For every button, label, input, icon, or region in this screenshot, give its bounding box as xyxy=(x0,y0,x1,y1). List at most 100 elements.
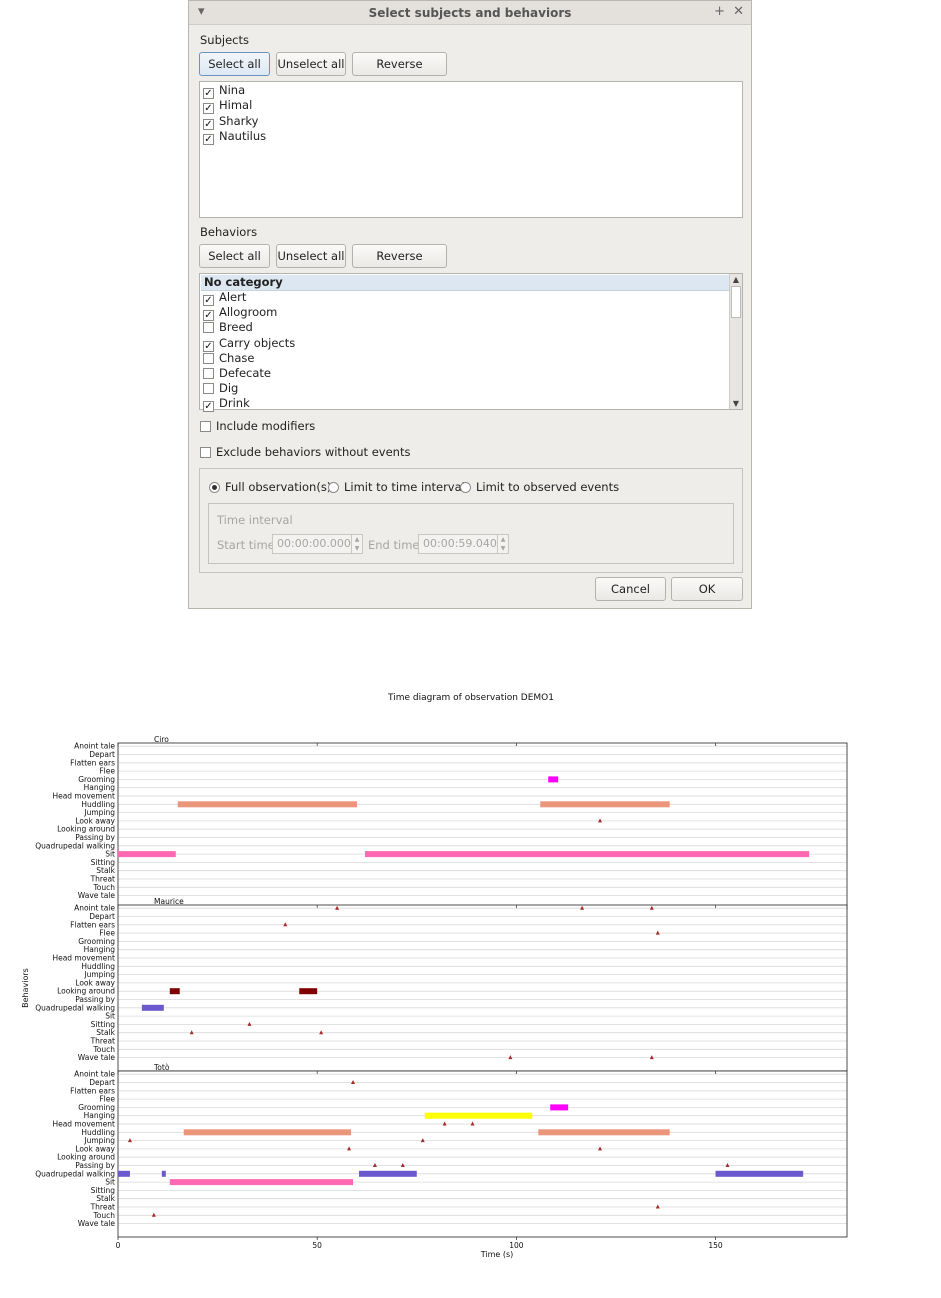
time-interval-label: Time interval xyxy=(217,513,293,527)
behavior-list-item[interactable]: ✓ Drink xyxy=(203,396,250,413)
spin-arrows-icon[interactable]: ▲ ▼ xyxy=(497,535,508,553)
state-bar xyxy=(538,1129,670,1136)
behavior-item-label: Allogroom xyxy=(219,305,278,320)
behavior-list-item[interactable]: Dig xyxy=(203,381,238,396)
state-bar xyxy=(299,988,318,995)
x-tick-label: 150 xyxy=(708,1241,723,1250)
checkbox-box[interactable] xyxy=(203,368,214,379)
subject-item-label: Nautilus xyxy=(219,128,267,143)
dialog-titlebar: ▾ Select subjects and behaviors + ✕ xyxy=(189,1,751,25)
subject-label: Maurice xyxy=(154,897,184,906)
behavior-list-item[interactable]: ✓ Allogroom xyxy=(203,305,278,322)
state-bar xyxy=(548,776,559,783)
scrollbar-thumb[interactable] xyxy=(731,286,741,318)
exclude-behaviors-checkbox[interactable]: Exclude behaviors without events xyxy=(200,445,410,459)
spin-arrows-icon[interactable]: ▲ ▼ xyxy=(351,535,362,553)
behavior-tick-label: Wave tale xyxy=(78,891,116,900)
checkbox-box[interactable] xyxy=(200,421,211,432)
x-tick-label: 0 xyxy=(116,1241,121,1250)
radio-time-interval[interactable] xyxy=(328,482,339,493)
subject-item-label: Himal xyxy=(219,98,253,113)
behavior-item-label: Drink xyxy=(219,396,250,411)
range-option-events[interactable]: Limit to observed events xyxy=(460,480,619,494)
end-time-input[interactable]: 00:00:59.040 ▲ ▼ xyxy=(418,534,509,554)
subjects-select-all-button[interactable]: Select all xyxy=(199,52,270,76)
state-bar xyxy=(161,1170,166,1177)
include-modifiers-label: Include modifiers xyxy=(216,419,316,433)
scroll-down-icon[interactable]: ▼ xyxy=(730,398,742,409)
x-tick-label: 100 xyxy=(509,1241,524,1250)
state-bar xyxy=(183,1129,352,1136)
time-interval-option-label: Limit to time interval xyxy=(344,480,465,494)
behavior-tick-label: Quadrupedal walking xyxy=(35,1169,115,1178)
subject-item-label: Nina xyxy=(219,83,246,97)
panel-background xyxy=(118,905,847,1071)
behavior-category-header: No category xyxy=(201,275,729,291)
behaviors-label: Behaviors xyxy=(200,225,258,239)
behavior-tick-label: Wave tale xyxy=(78,1219,116,1228)
full-observation-label: Full observation(s) xyxy=(225,480,332,494)
subjects-list[interactable]: ✓ Nina ✓ Himal ✓ Sharky ✓ Nautilus xyxy=(199,81,743,218)
subject-list-item[interactable]: ✓ Nina xyxy=(203,83,246,99)
behavior-list-item[interactable]: Defecate xyxy=(203,366,271,381)
chart-title: Time diagram of observation DEMO1 xyxy=(387,693,554,703)
time-diagram-chart: Time diagram of observation DEMO1 Time (… xyxy=(21,693,848,1259)
behavior-item-label: Alert xyxy=(219,290,247,304)
end-time-value: 00:00:59.040 xyxy=(423,537,497,550)
behaviors-scrollbar[interactable]: ▲ ▼ xyxy=(729,274,742,409)
end-time-label: End time xyxy=(368,538,420,552)
state-bar xyxy=(550,1104,569,1111)
plus-icon[interactable]: + xyxy=(714,4,725,19)
state-bar xyxy=(715,1170,804,1177)
checkbox-box[interactable] xyxy=(203,322,214,334)
state-bar xyxy=(177,801,358,808)
radio-full-observation[interactable] xyxy=(209,482,220,493)
checkbox-box[interactable] xyxy=(203,383,214,395)
dialog-title: Select subjects and behaviors xyxy=(368,6,572,20)
y-axis-label: Behaviors xyxy=(21,968,30,1008)
behavior-item-label: Chase xyxy=(219,350,255,365)
behavior-list-item[interactable]: ✓ Alert xyxy=(203,290,247,306)
radio-observed-events[interactable] xyxy=(460,482,471,493)
checkbox-box[interactable] xyxy=(200,447,211,458)
time-range-group: Full observation(s) Limit to time interv… xyxy=(199,468,743,573)
behavior-item-label: Dig xyxy=(219,381,239,396)
behavior-list-item[interactable]: ✓ Carry objects xyxy=(203,335,296,352)
behaviors-list[interactable]: No category ✓ Alert ✓ Allogroom Breed ✓ Carry … xyxy=(199,273,743,413)
state-bar xyxy=(424,1112,533,1119)
include-modifiers-checkbox[interactable]: Include modifiers xyxy=(200,419,315,433)
panel-background xyxy=(118,1071,847,1237)
close-icon[interactable]: ✕ xyxy=(733,4,744,19)
state-bar xyxy=(540,801,670,808)
range-option-interval[interactable]: Limit to time interval xyxy=(328,480,465,494)
subject-label: Ciro xyxy=(154,735,169,744)
behaviors-unselect-all-button[interactable]: Unselect all xyxy=(276,244,346,268)
state-bar xyxy=(364,851,810,858)
subject-list-item[interactable]: ✓ Sharky xyxy=(203,114,258,130)
behavior-list-item[interactable]: Chase xyxy=(203,351,254,366)
checkbox-box[interactable] xyxy=(203,352,214,364)
scroll-up-icon[interactable]: ▲ xyxy=(730,274,742,285)
state-bar xyxy=(118,851,176,858)
behavior-tick-label: Wave tale xyxy=(78,1053,116,1062)
subject-list-item[interactable]: ✓ Himal xyxy=(203,98,253,115)
cancel-button[interactable]: Cancel xyxy=(595,577,666,601)
start-time-value: 00:00:00.000 xyxy=(277,537,351,550)
subject-list-item[interactable]: ✓ Nautilus xyxy=(203,128,267,145)
subjects-reverse-selection-button[interactable]: Reverse selection xyxy=(352,52,447,93)
behavior-list-item[interactable]: Breed xyxy=(203,320,253,335)
checkbox-box[interactable]: ✓ xyxy=(203,401,214,413)
behaviors-reverse-selection-button[interactable]: Reverse selection xyxy=(352,244,447,285)
subjects-unselect-all-button[interactable]: Unselect all xyxy=(276,52,346,76)
state-bar xyxy=(169,988,180,995)
behavior-tick-label: Quadrupedal walking xyxy=(35,1003,115,1012)
range-option-full[interactable]: Full observation(s) xyxy=(209,480,331,494)
behaviors-select-all-button[interactable]: Select all xyxy=(199,244,270,268)
panel-background xyxy=(118,743,847,909)
state-bar xyxy=(169,1179,354,1186)
checkbox-box[interactable]: ✓ xyxy=(203,133,214,145)
exclude-behaviors-label: Exclude behaviors without events xyxy=(216,445,411,459)
ok-button[interactable]: OK xyxy=(671,577,743,601)
behavior-item-label: Carry objects xyxy=(219,335,296,350)
start-time-input[interactable]: 00:00:00.000 ▲ ▼ xyxy=(272,534,363,554)
